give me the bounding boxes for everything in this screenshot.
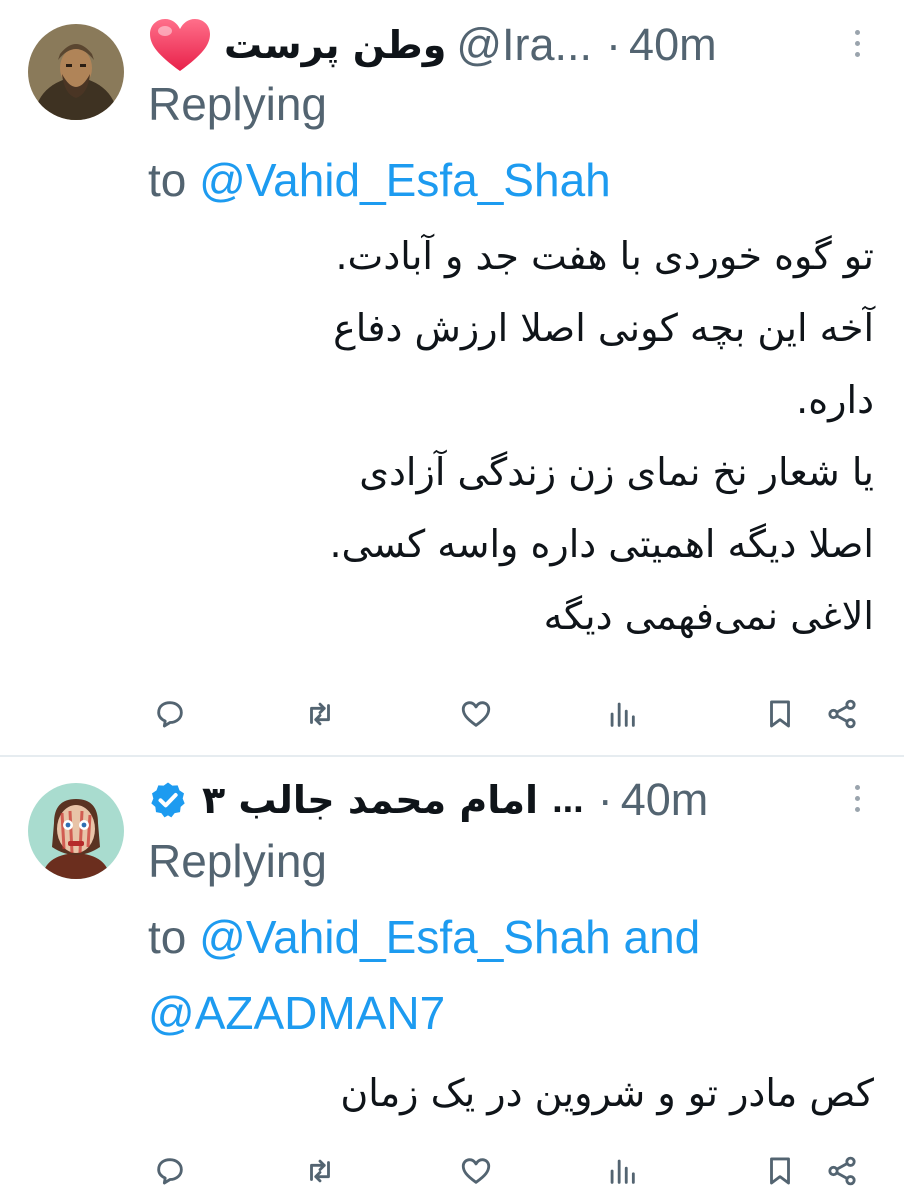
share-icon xyxy=(828,1156,856,1186)
tweet-actions xyxy=(148,1149,868,1197)
avatar[interactable] xyxy=(28,783,124,879)
user-handle[interactable]: @Ira... xyxy=(456,19,592,71)
replying-to-line: to @Vahid_Esfa_Shah xyxy=(148,142,611,218)
avatar-warrior-image xyxy=(28,24,124,120)
bookmark-icon xyxy=(770,700,790,728)
tweet-text-line: آخه این بچه کونی اصلا ارزش دفاع xyxy=(333,306,874,350)
replying-label: Replying xyxy=(148,835,327,887)
reply-icon xyxy=(157,1158,183,1185)
retweet-icon xyxy=(310,702,330,726)
display-name[interactable]: وطن پرست xyxy=(224,23,446,67)
tweet-text: کص مادر تو و شروین در یک زمان xyxy=(340,1057,874,1129)
more-options-icon[interactable] xyxy=(850,30,864,64)
mention-link[interactable]: @Vahid_Esfa_Shah xyxy=(199,911,611,963)
tweet-card[interactable]: امام محمد جالب ۳ ... · 40m Replying to @… xyxy=(0,757,904,1199)
tweet-text-line: کص مادر تو و شروین در یک زمان xyxy=(340,1071,874,1115)
separator-dot: · xyxy=(597,774,613,825)
bookmark-icon xyxy=(770,1157,790,1185)
tweet-text-line: اصلا دیگه اهمیتی داره واسه کسی. xyxy=(329,522,874,566)
replying-to-line-2: @AZADMAN7 xyxy=(148,975,445,1051)
timestamp[interactable]: 40m xyxy=(629,19,717,71)
reply-button[interactable] xyxy=(148,1149,192,1193)
heart-icon xyxy=(150,19,210,71)
mention-link[interactable]: @AZADMAN7 xyxy=(148,987,445,1039)
bookmark-button[interactable] xyxy=(758,1149,802,1193)
tweet-text: تو گوه خوردی با هفت جد و آبادت. آخه این … xyxy=(329,220,874,652)
replying-to-word: to xyxy=(148,154,187,206)
timestamp[interactable]: 40m xyxy=(621,774,709,826)
mention-conjunction: and xyxy=(623,911,701,963)
retweet-icon xyxy=(310,1159,330,1183)
like-button[interactable] xyxy=(454,692,498,736)
replying-to-line: to @Vahid_Esfa_Shah and xyxy=(148,899,700,975)
like-icon xyxy=(461,701,491,727)
retweet-button[interactable] xyxy=(298,1149,342,1193)
share-icon xyxy=(828,699,856,729)
avatar[interactable] xyxy=(28,24,124,120)
verified-badge-icon xyxy=(151,782,185,818)
like-icon xyxy=(461,1158,491,1184)
tweet-actions xyxy=(148,692,868,740)
reply-icon xyxy=(157,701,183,728)
avatar-painted-face-image xyxy=(28,783,124,879)
share-button[interactable] xyxy=(820,1149,864,1193)
display-name[interactable]: امام محمد جالب ۳ xyxy=(202,778,538,822)
tweet-text-line: الاغی نمی‌فهمی دیگه xyxy=(543,594,874,638)
retweet-button[interactable] xyxy=(298,692,342,736)
separator-dot: · xyxy=(606,19,622,70)
reply-button[interactable] xyxy=(148,692,192,736)
like-button[interactable] xyxy=(454,1149,498,1193)
views-icon xyxy=(610,702,635,727)
replying-label: Replying xyxy=(148,78,327,130)
views-button[interactable] xyxy=(600,1149,644,1193)
truncated-handle[interactable]: ... xyxy=(552,779,584,822)
views-icon xyxy=(610,1159,635,1184)
tweet-text-line: تو گوه خوردی با هفت جد و آبادت. xyxy=(335,234,874,278)
mention-link[interactable]: @Vahid_Esfa_Shah xyxy=(199,154,611,206)
bookmark-button[interactable] xyxy=(758,692,802,736)
more-options-icon[interactable] xyxy=(850,785,864,819)
tweet-text-line: یا شعار نخ نمای زن زندگی آزادی xyxy=(359,450,874,494)
share-button[interactable] xyxy=(820,692,864,736)
tweet-text-line: داره. xyxy=(796,378,874,422)
tweet-header: امام محمد جالب ۳ ... · 40m xyxy=(148,769,868,831)
views-button[interactable] xyxy=(600,692,644,736)
tweet-card[interactable]: وطن پرست @Ira... · 40m Replying to @Vahi… xyxy=(0,0,904,756)
replying-to-word: to xyxy=(148,911,187,963)
